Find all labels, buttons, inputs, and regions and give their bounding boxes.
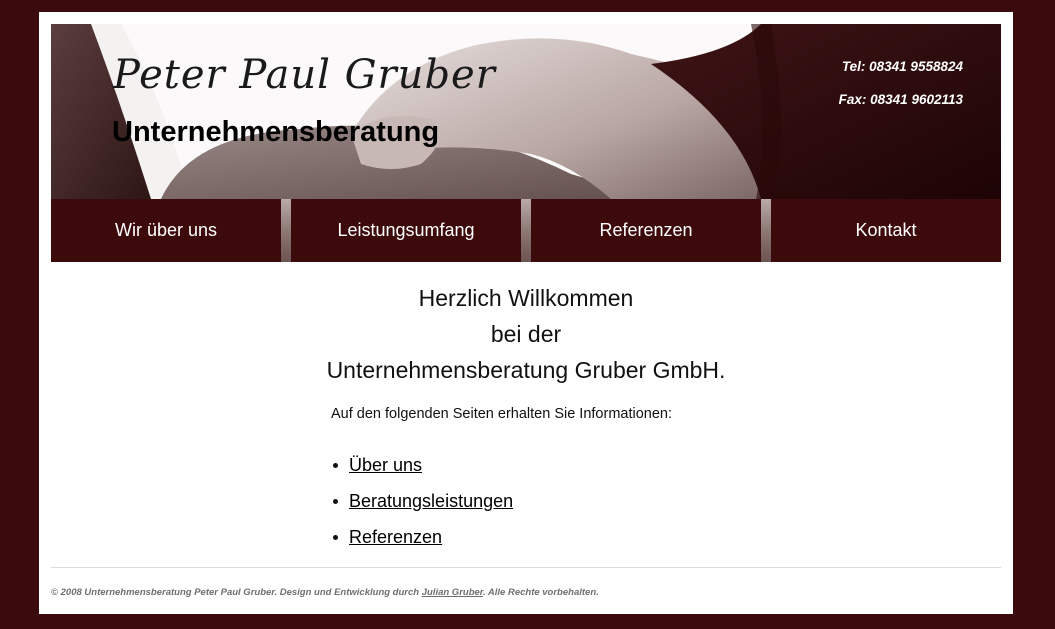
intro-text: Auf den folgenden Seiten erhalten Sie In… (331, 406, 672, 422)
bullet-icon (333, 535, 338, 540)
footer-text-before: © 2008 Unternehmensberatung Peter Paul G… (51, 587, 422, 598)
link-referenzen[interactable]: Referenzen (349, 527, 442, 547)
page-container: Peter Paul Gruber Unternehmensberatung T… (39, 12, 1013, 614)
info-link-list: Über uns Beratungsleistungen Referenzen (333, 455, 513, 563)
nav-item-leistungsumfang[interactable]: Leistungsumfang (291, 199, 521, 262)
main-navigation: Wir über uns Leistungsumfang Referenzen … (51, 199, 1001, 262)
fax-number: Fax: 08341 9602113 (838, 92, 963, 107)
nav-item-wir-ueber-uns[interactable]: Wir über uns (51, 199, 281, 262)
list-item: Beratungsleistungen (333, 491, 513, 527)
nav-item-kontakt[interactable]: Kontakt (771, 199, 1001, 262)
link-ueber-uns[interactable]: Über uns (349, 455, 422, 475)
link-beratungsleistungen[interactable]: Beratungsleistungen (349, 491, 513, 511)
footer-copyright: © 2008 Unternehmensberatung Peter Paul G… (51, 587, 599, 598)
welcome-heading-line3: Unternehmensberatung Gruber GmbH. (326, 357, 726, 383)
nav-divider (521, 199, 531, 262)
nav-item-referenzen[interactable]: Referenzen (531, 199, 761, 262)
footer-author-link[interactable]: Julian Gruber (422, 587, 483, 598)
nav-divider (281, 199, 291, 262)
list-item: Über uns (333, 455, 513, 491)
welcome-heading-line2: bei der (490, 321, 562, 347)
bullet-icon (333, 463, 338, 468)
footer-divider (51, 567, 1001, 568)
phone-number: Tel: 08341 9558824 (841, 59, 963, 74)
bullet-icon (333, 499, 338, 504)
list-item: Referenzen (333, 527, 513, 563)
footer-text-after: . Alle Rechte vorbehalten. (482, 587, 599, 598)
brand-subtitle: Unternehmensberatung (112, 116, 440, 148)
brand-script-name: Peter Paul Gruber (113, 52, 496, 98)
welcome-heading-line1: Herzlich Willkommen (418, 285, 634, 311)
header-banner: Peter Paul Gruber Unternehmensberatung T… (51, 24, 1001, 199)
handshake-icon (51, 24, 1001, 199)
nav-divider (761, 199, 771, 262)
